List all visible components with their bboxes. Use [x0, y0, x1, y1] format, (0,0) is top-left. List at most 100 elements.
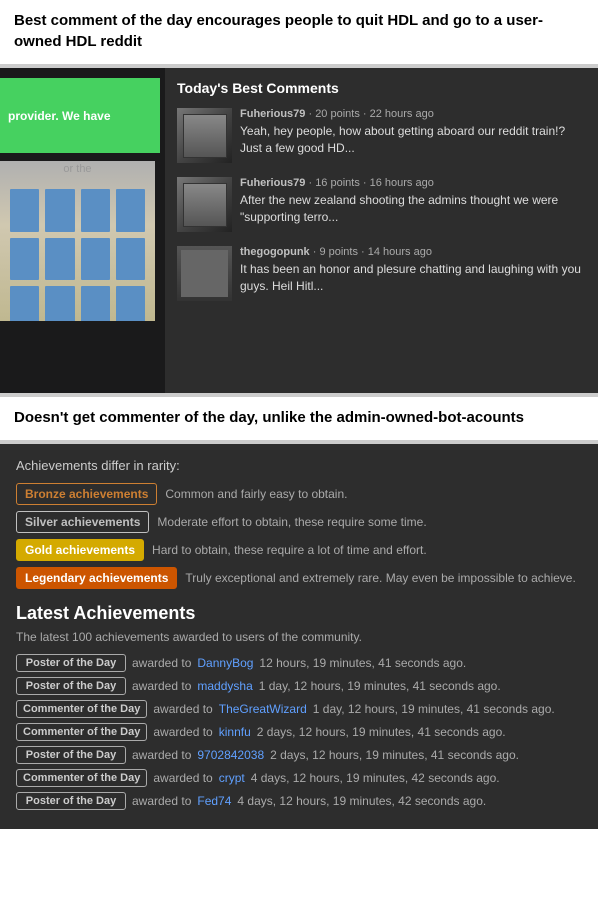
window	[45, 286, 74, 321]
comment-item-3: thegogopunk · 9 points · 14 hours ago It…	[177, 246, 586, 301]
achievement-description: Truly exceptional and extremely rare. Ma…	[185, 571, 575, 585]
middle-caption-text: Doesn't get commenter of the day, unlike…	[14, 407, 584, 428]
award-prefix: awarded to	[153, 702, 212, 716]
achievement-badge: Legendary achievements	[16, 567, 177, 589]
award-time: 2 days, 12 hours, 19 minutes, 41 seconds…	[257, 725, 506, 739]
achievement-tiers: Bronze achievements Common and fairly eas…	[16, 483, 582, 589]
top-caption-text: Best comment of the day encourages peopl…	[14, 10, 584, 52]
green-box: provider. We have	[0, 78, 160, 153]
window	[10, 238, 39, 281]
award-username[interactable]: crypt	[219, 771, 245, 785]
window	[45, 189, 74, 232]
window	[116, 286, 145, 321]
award-time: 2 days, 12 hours, 19 minutes, 41 seconds…	[270, 748, 519, 762]
reddit-left-panel: provider. We have or the	[0, 68, 165, 393]
award-row: Commenter of the Day awarded to kinnfu 2 …	[16, 723, 582, 741]
reddit-right-panel: Today's Best Comments Fuherious79 · 20 p…	[165, 68, 598, 393]
comment-thumb-2	[177, 177, 232, 232]
middle-caption-section: Doesn't get commenter of the day, unlike…	[0, 397, 598, 440]
comment-content-3: thegogopunk · 9 points · 14 hours ago It…	[240, 246, 586, 301]
award-badge: Poster of the Day	[16, 677, 126, 695]
comment-thumb-1	[177, 108, 232, 163]
best-comments-title: Today's Best Comments	[177, 80, 586, 96]
achievement-tier-row: Legendary achievements Truly exceptional …	[16, 567, 582, 589]
comment-content-2: Fuherious79 · 16 points · 16 hours ago A…	[240, 177, 586, 232]
window	[81, 189, 110, 232]
window	[10, 189, 39, 232]
achievements-differ-title: Achievements differ in rarity:	[16, 458, 582, 473]
award-prefix: awarded to	[132, 679, 191, 693]
award-row: Commenter of the Day awarded to crypt 4 d…	[16, 769, 582, 787]
comment-meta-2: Fuherious79 · 16 points · 16 hours ago	[240, 177, 586, 189]
window	[81, 238, 110, 281]
comment-points-1: · 20 points · 22 hours ago	[308, 108, 433, 120]
award-badge: Poster of the Day	[16, 746, 126, 764]
building-facade: or the	[0, 161, 155, 321]
latest-achievements-subtitle: The latest 100 achievements awarded to u…	[16, 630, 582, 644]
comment-meta-1: Fuherious79 · 20 points · 22 hours ago	[240, 108, 586, 120]
award-username[interactable]: DannyBog	[197, 656, 253, 670]
green-box-text: provider. We have	[8, 109, 111, 123]
latest-achievements-title: Latest Achievements	[16, 603, 582, 624]
window	[116, 189, 145, 232]
building-text: or the	[0, 161, 155, 179]
award-row: Commenter of the Day awarded to TheGreatW…	[16, 700, 582, 718]
achievement-tier-row: Silver achievements Moderate effort to ob…	[16, 511, 582, 533]
comment-username-2: Fuherious79	[240, 177, 305, 189]
achievement-description: Common and fairly easy to obtain.	[165, 487, 347, 501]
achievements-panel: Achievements differ in rarity: Bronze ac…	[0, 444, 598, 829]
award-username[interactable]: maddysha	[197, 679, 252, 693]
comment-points-2: · 16 points · 16 hours ago	[308, 177, 433, 189]
building-image: or the	[0, 161, 155, 321]
award-username[interactable]: 9702842038	[197, 748, 264, 762]
window	[116, 238, 145, 281]
comment-thumb-3	[177, 246, 232, 301]
comment-points-3: · 9 points · 14 hours ago	[313, 246, 432, 258]
achievement-badge: Bronze achievements	[16, 483, 157, 505]
comment-item-2: Fuherious79 · 16 points · 16 hours ago A…	[177, 177, 586, 232]
award-badge: Commenter of the Day	[16, 700, 147, 718]
award-time: 12 hours, 19 minutes, 41 seconds ago.	[259, 656, 466, 670]
award-badge: Commenter of the Day	[16, 769, 147, 787]
window	[10, 286, 39, 321]
award-time: 4 days, 12 hours, 19 minutes, 42 seconds…	[251, 771, 500, 785]
award-row: Poster of the Day awarded to DannyBog 12 …	[16, 654, 582, 672]
top-caption-section: Best comment of the day encourages peopl…	[0, 0, 598, 64]
award-badge: Poster of the Day	[16, 654, 126, 672]
window	[81, 286, 110, 321]
comment-meta-3: thegogopunk · 9 points · 14 hours ago	[240, 246, 586, 258]
comment-username-3: thegogopunk	[240, 246, 310, 258]
award-rows: Poster of the Day awarded to DannyBog 12 …	[16, 654, 582, 810]
achievement-tier-row: Bronze achievements Common and fairly eas…	[16, 483, 582, 505]
award-time: 1 day, 12 hours, 19 minutes, 41 seconds …	[259, 679, 501, 693]
window	[45, 238, 74, 281]
award-row: Poster of the Day awarded to Fed74 4 days…	[16, 792, 582, 810]
award-username[interactable]: kinnfu	[219, 725, 251, 739]
award-prefix: awarded to	[153, 725, 212, 739]
achievement-description: Moderate effort to obtain, these require…	[157, 515, 426, 529]
achievement-description: Hard to obtain, these require a lot of t…	[152, 543, 427, 557]
award-prefix: awarded to	[153, 771, 212, 785]
award-badge: Commenter of the Day	[16, 723, 147, 741]
comment-content-1: Fuherious79 · 20 points · 22 hours ago Y…	[240, 108, 586, 163]
award-badge: Poster of the Day	[16, 792, 126, 810]
reddit-screenshot: provider. We have or the	[0, 68, 598, 393]
comment-text-1: Yeah, hey people, how about getting aboa…	[240, 123, 586, 157]
comment-username-1: Fuherious79	[240, 108, 305, 120]
comment-item-1: Fuherious79 · 20 points · 22 hours ago Y…	[177, 108, 586, 163]
comment-text-2: After the new zealand shooting the admin…	[240, 192, 586, 226]
award-row: Poster of the Day awarded to 9702842038 2…	[16, 746, 582, 764]
award-username[interactable]: Fed74	[197, 794, 231, 808]
award-time: 4 days, 12 hours, 19 minutes, 42 seconds…	[237, 794, 486, 808]
achievement-badge: Silver achievements	[16, 511, 149, 533]
award-username[interactable]: TheGreatWizard	[219, 702, 307, 716]
award-time: 1 day, 12 hours, 19 minutes, 41 seconds …	[313, 702, 555, 716]
award-prefix: awarded to	[132, 748, 191, 762]
comment-text-3: It has been an honor and plesure chattin…	[240, 261, 586, 295]
award-prefix: awarded to	[132, 794, 191, 808]
achievement-badge: Gold achievements	[16, 539, 144, 561]
achievement-tier-row: Gold achievements Hard to obtain, these r…	[16, 539, 582, 561]
award-prefix: awarded to	[132, 656, 191, 670]
building-windows	[0, 179, 155, 321]
award-row: Poster of the Day awarded to maddysha 1 d…	[16, 677, 582, 695]
